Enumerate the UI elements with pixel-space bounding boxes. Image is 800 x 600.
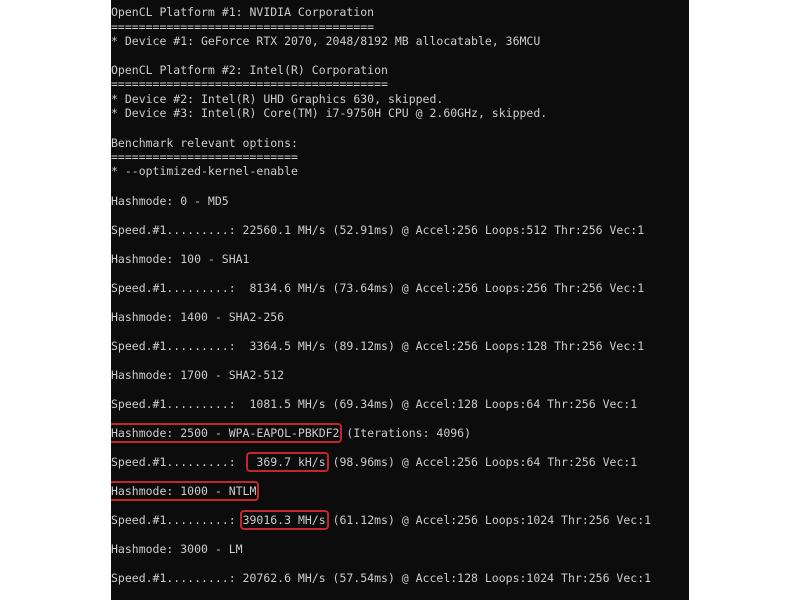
terminal-line: Hashmode: 3000 - LM [111,542,243,556]
line-text: Speed.#1.........: [111,455,250,469]
line-text: (98.96ms) @ Accel:256 Loops:64 Thr:256 V… [325,455,638,469]
terminal-line: Hashmode: 100 - SHA1 [111,252,249,266]
highlighted-text: 369.7 kH/s [246,452,329,472]
highlighted-text: 39016.3 MH/s [239,510,329,530]
line-text: * --optimized-kernel-enable [111,164,298,178]
terminal-line: ====================================== [111,20,374,34]
line-text: Speed.#1.........: 8134.6 MH/s (73.64ms)… [111,281,645,295]
terminal-line: =========================== [111,150,298,164]
highlighted-text: Hashmode: 2500 - WPA-EAPOL-PBKDF2 [111,423,343,443]
terminal-line: Hashmode: 0 - MD5 [111,194,229,208]
line-text: (Iterations: 4096) [339,426,472,440]
line-text: =========================== [111,150,298,164]
terminal-line: Speed.#1.........: 1081.5 MH/s (69.34ms)… [111,397,637,411]
terminal-line: OpenCL Platform #1: NVIDIA Corporation [111,5,374,19]
terminal-line: * Device #3: Intel(R) Core(TM) i7-9750H … [111,106,547,120]
terminal-line: Speed.#1.........: 3364.5 MH/s (89.12ms)… [111,339,644,353]
line-text: * Device #1: GeForce RTX 2070, 2048/8192… [111,34,541,48]
terminal-line: OpenCL Platform #2: Intel(R) Corporation [111,63,388,77]
line-text: OpenCL Platform #2: Intel(R) Corporation [111,63,388,77]
terminal-line: * Device #1: GeForce RTX 2070, 2048/8192… [111,34,540,48]
terminal-line: Speed.#1.........: 20762.6 MH/s (57.54ms… [111,571,651,585]
line-text: Speed.#1.........: [111,513,243,527]
terminal-line: Hashmode: 1000 - NTLM [111,481,260,501]
line-text: Hashmode: 100 - SHA1 [111,252,250,266]
terminal-line: Speed.#1.........: 39016.3 MH/s (61.12ms… [111,510,652,530]
terminal-line: * Device #2: Intel(R) UHD Graphics 630, … [111,92,443,106]
line-text: (61.12ms) @ Accel:256 Loops:1024 Thr:256… [325,513,652,527]
terminal-window: OpenCL Platform #1: NVIDIA Corporation ==… [111,0,689,600]
terminal-line: Benchmark relevant options: [111,136,298,150]
line-text: Hashmode: 3000 - LM [111,542,243,556]
terminal-line: * --optimized-kernel-enable [111,164,298,178]
terminal-line: Hashmode: 2500 - WPA-EAPOL-PBKDF2 (Itera… [111,423,472,443]
line-text: Hashmode: 1400 - SHA2-256 [111,310,285,324]
terminal-line: Hashmode: 1400 - SHA2-256 [111,310,284,324]
line-text: Benchmark relevant options: [111,136,298,150]
terminal-line: ======================================== [111,77,388,91]
terminal-line: Speed.#1.........: 8134.6 MH/s (73.64ms)… [111,281,644,295]
line-text: OpenCL Platform #1: NVIDIA Corporation [111,5,375,19]
terminal-line: Speed.#1.........: 369.7 kH/s (98.96ms) … [111,452,638,472]
terminal-line: Speed.#1.........: 22560.1 MH/s (52.91ms… [111,223,644,237]
line-text: ======================================== [111,77,388,91]
line-text: Speed.#1.........: 3364.5 MH/s (89.12ms)… [111,339,645,353]
line-text: Hashmode: 1700 - SHA2-512 [111,368,285,382]
terminal-line: Hashmode: 1700 - SHA2-512 [111,368,284,382]
line-text: Hashmode: 0 - MD5 [111,194,229,208]
line-text: Speed.#1.........: 1081.5 MH/s (69.34ms)… [111,397,638,411]
line-text: * Device #2: Intel(R) UHD Graphics 630, … [111,92,444,106]
line-text: Speed.#1.........: 22560.1 MH/s (52.91ms… [111,223,645,237]
line-text: Speed.#1.........: 20762.6 MH/s (57.54ms… [111,571,652,585]
line-text: * Device #3: Intel(R) Core(TM) i7-9750H … [111,106,548,120]
highlighted-text: Hashmode: 1000 - NTLM [111,481,260,501]
line-text: ====================================== [111,20,375,34]
